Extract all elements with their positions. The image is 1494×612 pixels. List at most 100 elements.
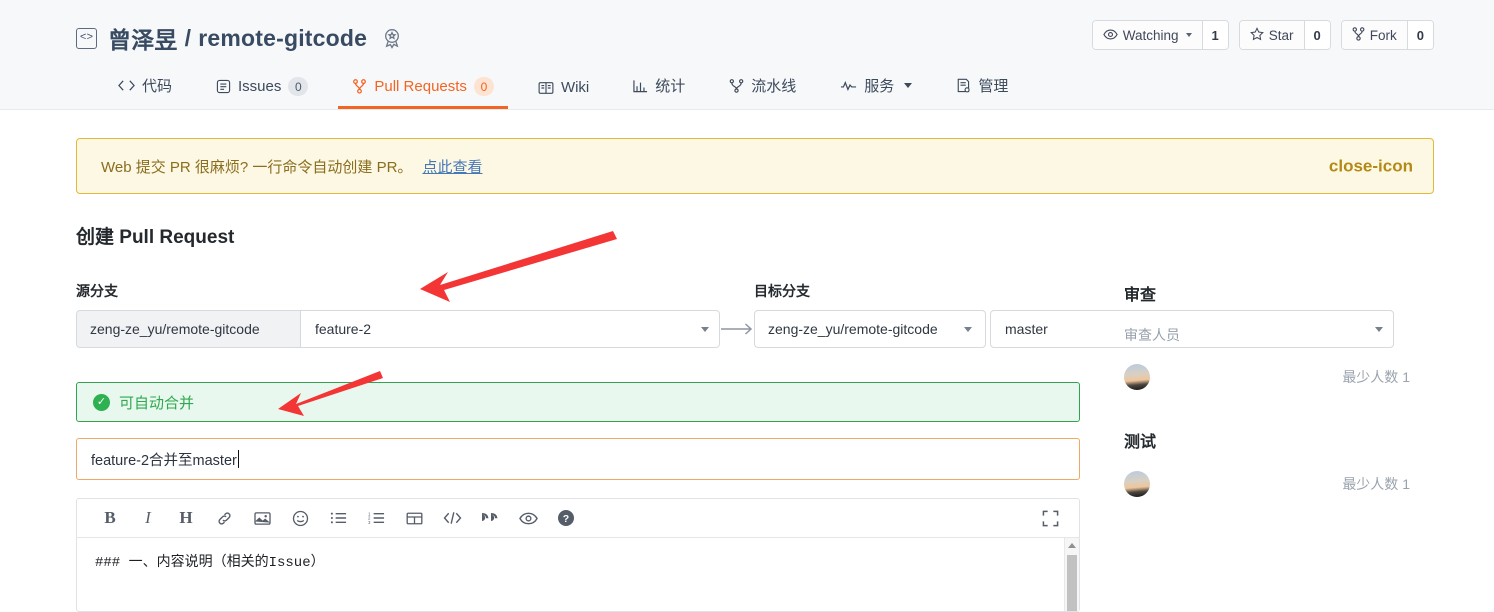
main-column: 源分支 zeng-ze_yu/remote-gitcode feature-2 — [76, 281, 1394, 612]
award-badge-icon[interactable] — [381, 26, 405, 50]
nav-tab-code-label: 代码 — [142, 78, 173, 95]
editor-toolbar: B I H 1 2 3 ? — [77, 499, 1079, 538]
nav-tab-statistics[interactable]: 统计 — [611, 75, 707, 109]
table-icon[interactable] — [395, 503, 433, 533]
watch-button-group[interactable]: Watching 1 — [1091, 20, 1229, 50]
pr-title-value: feature-2合并至master — [91, 452, 237, 469]
nav-tab-manage-label: 管理 — [978, 78, 1009, 95]
bold-icon[interactable]: B — [91, 503, 129, 533]
emoji-icon[interactable] — [281, 503, 319, 533]
nav-tab-issues[interactable]: Issues 0 — [194, 77, 330, 109]
check-circle-icon: ✓ — [93, 393, 110, 411]
issues-icon — [216, 79, 231, 94]
source-branch-block: 源分支 zeng-ze_yu/remote-gitcode feature-2 — [76, 281, 720, 348]
nav-tab-pipeline-label: 流水线 — [751, 78, 797, 95]
info-banner-link[interactable]: 点此查看 — [422, 156, 482, 177]
branch-selection-row: 源分支 zeng-ze_yu/remote-gitcode feature-2 — [76, 281, 1394, 348]
pr-title-input[interactable]: feature-2合并至master — [76, 438, 1080, 480]
fork-button-group[interactable]: Fork 0 — [1340, 20, 1434, 50]
watch-button-label: Watching — [1122, 27, 1179, 43]
star-count[interactable]: 0 — [1304, 21, 1330, 49]
fork-count[interactable]: 0 — [1407, 21, 1433, 49]
reviewer-label: 审查人员 — [1124, 327, 1180, 343]
chevron-down-icon — [701, 326, 709, 332]
pull-request-icon — [352, 79, 367, 94]
pr-description-editor: B I H 1 2 3 ? ### 一、内容说明（相关的Issue） — [76, 498, 1080, 612]
code-brackets-icon: <> — [76, 27, 97, 49]
chart-icon — [633, 79, 648, 93]
repo-header: <> 曾泽昱 / remote-gitcode Watching 1 Star … — [0, 0, 1494, 110]
repo-nav-tabs: 代码 Issues 0 Pull Requests 0 Wiki 统计 流水线 … — [0, 62, 1494, 109]
nav-tab-statistics-label: 统计 — [655, 78, 686, 95]
help-icon[interactable]: ? — [547, 503, 585, 533]
test-section-heading: 测试 — [1124, 434, 1157, 451]
chevron-down-icon — [964, 326, 972, 332]
nav-tab-code[interactable]: 代码 — [96, 75, 194, 109]
sidebar-column: 审查 审查人员 最少人数 1 测试 最少人数 1 — [1080, 281, 1410, 612]
merge-status-bar: ✓ 可自动合并 — [76, 382, 1080, 422]
nav-tab-service-label: 服务 — [864, 78, 895, 95]
merge-status-text: 可自动合并 — [119, 394, 195, 412]
avatar[interactable] — [1124, 364, 1150, 390]
pull-requests-count-badge: 0 — [473, 77, 494, 96]
avatar[interactable] — [1124, 471, 1150, 497]
scrollbar-thumb[interactable] — [1067, 555, 1077, 611]
nav-tab-service[interactable]: 服务 — [818, 75, 934, 109]
target-repo-select[interactable]: zeng-ze_yu/remote-gitcode — [754, 310, 986, 348]
header-actions: Watching 1 Star 0 Fork 0 — [1091, 20, 1434, 50]
reviewer-row: 最少人数 1 — [1124, 364, 1410, 390]
code-icon[interactable] — [433, 503, 471, 533]
target-branch-value: master — [1005, 321, 1048, 337]
pipeline-icon — [729, 78, 744, 93]
pr-description-textarea[interactable]: ### 一、内容说明（相关的Issue） — [77, 538, 1079, 611]
star-button[interactable]: Star — [1239, 21, 1305, 49]
eye-icon — [1103, 28, 1118, 43]
preview-eye-icon[interactable] — [509, 503, 547, 533]
heading-icon[interactable]: H — [167, 503, 205, 533]
scroll-up-arrow-icon[interactable] — [1065, 538, 1079, 553]
tester-min-count: 最少人数 1 — [1342, 476, 1410, 492]
source-branch-selects: zeng-ze_yu/remote-gitcode feature-2 — [76, 310, 720, 348]
nav-tab-issues-label: Issues — [238, 78, 282, 95]
source-repo-value: zeng-ze_yu/remote-gitcode — [90, 321, 260, 337]
close-icon[interactable]: close-icon — [1329, 158, 1413, 175]
svg-text:?: ? — [563, 513, 569, 525]
nav-tab-pipeline[interactable]: 流水线 — [707, 75, 818, 109]
italic-icon[interactable]: I — [129, 503, 167, 533]
quote-icon[interactable] — [471, 503, 509, 533]
info-banner-text: Web 提交 PR 很麻烦? 一行命令自动创建 PR。 — [101, 158, 413, 176]
reviewer-min-count: 最少人数 1 — [1342, 369, 1410, 385]
watch-count[interactable]: 1 — [1202, 21, 1228, 49]
tester-row: 最少人数 1 — [1124, 471, 1410, 497]
manage-icon — [956, 78, 971, 93]
page-body: Web 提交 PR 很麻烦? 一行命令自动创建 PR。 点此查看 close-i… — [0, 138, 1494, 612]
star-button-label: Star — [1268, 27, 1294, 43]
info-banner: Web 提交 PR 很麻烦? 一行命令自动创建 PR。 点此查看 close-i… — [76, 138, 1434, 194]
image-icon[interactable] — [243, 503, 281, 533]
page-title: 创建 Pull Request — [76, 227, 235, 248]
nav-tab-wiki[interactable]: Wiki — [516, 79, 611, 109]
target-repo-value: zeng-ze_yu/remote-gitcode — [768, 321, 938, 337]
nav-tab-pull-requests-label: Pull Requests — [374, 78, 467, 95]
nav-tab-wiki-label: Wiki — [560, 79, 590, 96]
fork-button[interactable]: Fork — [1341, 21, 1408, 49]
star-icon — [1249, 26, 1264, 44]
link-icon[interactable] — [205, 503, 243, 533]
arrow-right-icon — [720, 310, 754, 348]
source-repo-select[interactable]: zeng-ze_yu/remote-gitcode — [76, 310, 300, 348]
numbered-list-icon[interactable]: 1 2 3 — [357, 503, 395, 533]
bullet-list-icon[interactable] — [319, 503, 357, 533]
repo-owner[interactable]: 曾泽昱 — [108, 21, 178, 55]
fork-button-label: Fork — [1369, 27, 1397, 43]
watch-button[interactable]: Watching — [1092, 21, 1203, 49]
star-button-group[interactable]: Star 0 — [1238, 20, 1331, 50]
editor-scrollbar[interactable] — [1064, 538, 1079, 611]
fullscreen-icon[interactable] — [1035, 503, 1065, 533]
chevron-down-icon — [904, 83, 913, 88]
repo-name[interactable]: remote-gitcode — [198, 25, 367, 52]
source-branch-select[interactable]: feature-2 — [300, 310, 720, 348]
nav-tab-manage[interactable]: 管理 — [934, 75, 1030, 109]
text-cursor — [237, 450, 239, 468]
nav-tab-pull-requests[interactable]: Pull Requests 0 — [330, 77, 516, 109]
chevron-down-icon — [1185, 33, 1192, 37]
